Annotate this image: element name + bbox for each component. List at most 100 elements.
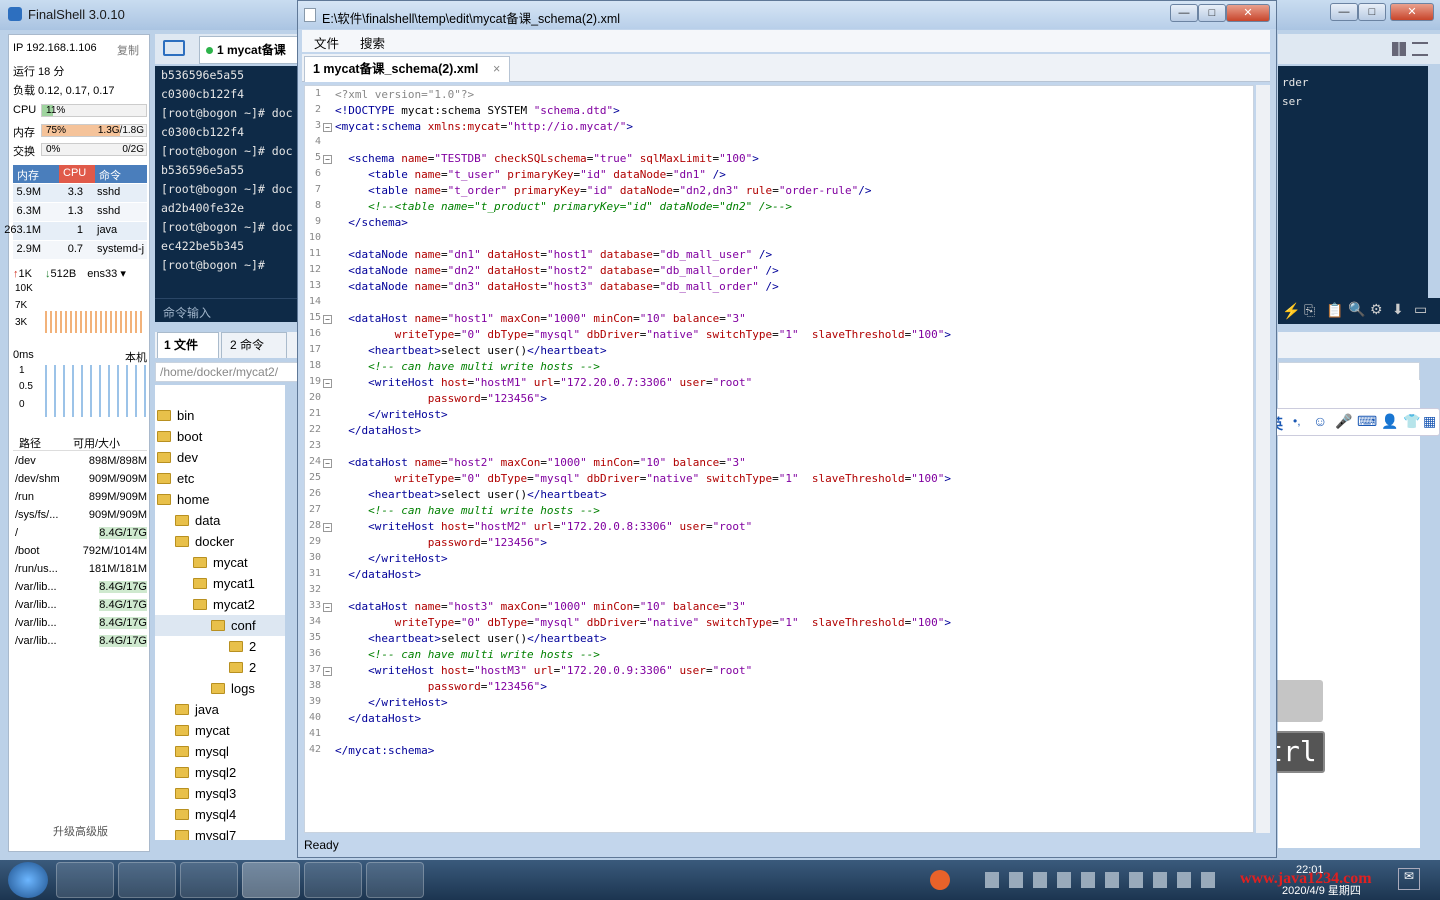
toolbox-icon[interactable]: ▦ [1423,413,1436,430]
taskbar-app-6[interactable] [366,862,424,898]
skin-icon[interactable]: 👕 [1403,413,1420,430]
disk-row[interactable]: /dev/shm 909M/909M [13,471,149,489]
proc-header-mem[interactable]: 内存 [17,167,39,183]
punctuation-icon[interactable]: •, [1293,414,1301,428]
file-tree[interactable]: bin boot dev etc home data docker mycat mycat1 my… [155,385,285,840]
command-input-placeholder[interactable]: 命令输入 [163,304,211,321]
tree-item[interactable]: dev [157,447,198,468]
code-line[interactable]: </mycat:schema> [335,744,434,757]
user-icon[interactable]: 👤 [1381,413,1398,430]
fold-toggle-icon[interactable]: − [323,459,332,468]
close-button[interactable]: ✕ [1390,3,1434,21]
code-line[interactable]: <heartbeat>select user()</heartbeat> [335,632,606,645]
search-icon[interactable]: 🔍 [1348,301,1365,318]
code-line[interactable]: </writeHost> [335,408,447,421]
fold-toggle-icon[interactable]: − [323,667,332,676]
code-line[interactable]: <dataNode name="dn3" dataHost="host3" da… [335,280,779,293]
tree-item[interactable]: mysql2 [175,762,236,783]
code-line[interactable]: <!DOCTYPE mycat:schema SYSTEM "schema.dt… [335,104,620,117]
disk-row[interactable]: /sys/fs/... 909M/909M [13,507,149,525]
fold-toggle-icon[interactable]: − [323,523,332,532]
tree-item[interactable]: logs [211,678,255,699]
disk-row[interactable]: /run 899M/909M [13,489,149,507]
editor-close-button[interactable]: ✕ [1226,4,1270,22]
tree-item[interactable]: java [175,699,219,720]
tab-close-icon[interactable]: × [493,57,500,81]
path-field[interactable]: /home/docker/mycat2/ [155,362,298,382]
tree-item[interactable]: home [157,489,210,510]
disk-row[interactable]: /var/lib... 8.4G/17G [13,597,149,615]
layout-grid-icon[interactable] [1392,42,1406,56]
download-icon[interactable]: ⬇ [1392,301,1404,318]
tab-commands[interactable]: 2 命令 [221,332,287,358]
code-line[interactable]: <table name="t_user" primaryKey="id" dat… [335,168,726,181]
code-line[interactable]: </writeHost> [335,552,447,565]
proc-header-cmd[interactable]: 命令 [99,167,121,183]
tree-item[interactable]: 2 [229,657,256,678]
lightning-icon[interactable]: ⚡ [1282,302,1301,320]
taskbar-app-5[interactable] [304,862,362,898]
process-header[interactable]: 内存 CPU 命令 [13,165,147,183]
code-line[interactable]: <dataHost name="host2" maxCon="1000" min… [335,456,745,469]
tray-icons[interactable] [985,872,1225,888]
maximize-button[interactable]: □ [1358,3,1386,21]
code-line[interactable]: <dataNode name="dn2" dataHost="host2" da… [335,264,779,277]
notification-icon[interactable]: ✉ [1398,868,1420,890]
code-line[interactable]: <!--<table name="t_product" primaryKey="… [335,200,792,213]
editor-scrollbar[interactable] [1256,85,1270,833]
menu-file[interactable]: 文件 [314,33,339,52]
editor-minimize-button[interactable]: — [1170,4,1198,22]
tree-item[interactable]: boot [157,426,202,447]
command-input-bar[interactable]: 命令输入 [155,298,298,322]
disk-row[interactable]: /run/us... 181M/181M [13,561,149,579]
process-row[interactable]: 6.3M 1.3 sshd [13,203,147,221]
code-line[interactable]: <dataHost name="host3" maxCon="1000" min… [335,600,745,613]
disk-row[interactable]: /var/lib... 8.4G/17G [13,633,149,651]
code-line[interactable]: password="123456"> [335,392,547,405]
code-line[interactable]: <heartbeat>select user()</heartbeat> [335,488,606,501]
tree-item[interactable]: mycat [175,720,230,741]
tree-item[interactable]: mysql7 [175,825,236,840]
copy-button[interactable]: 复制 [117,42,139,58]
editor-tab[interactable]: 1 mycat备课_schema(2).xml × [304,56,510,82]
proc-header-cpu[interactable]: CPU [59,165,95,183]
fold-toggle-icon[interactable]: − [323,123,332,132]
tree-item[interactable]: mycat1 [193,573,255,594]
editor-titlebar[interactable]: E:\软件\finalshell\temp\edit\mycat备课_schem… [298,1,1276,29]
code-line[interactable]: password="123456"> [335,536,547,549]
fold-toggle-icon[interactable]: − [323,155,332,164]
taskbar-app-4[interactable] [242,862,300,898]
right-file-list[interactable] [1278,380,1420,848]
tree-item[interactable]: mysql [175,741,229,762]
window-icon[interactable]: ▭ [1414,301,1427,318]
menu-icon[interactable] [1412,42,1428,56]
microphone-icon[interactable]: 🎤 [1335,413,1352,430]
paste-icon[interactable]: 📋 [1326,302,1343,319]
start-button[interactable] [8,862,48,898]
tab-files[interactable]: 1 文件 [157,332,219,358]
code-line[interactable]: <!-- can have multi write hosts --> [335,360,600,373]
editor-maximize-button[interactable]: □ [1198,4,1226,22]
session-tab[interactable]: 1 mycat备课 [199,36,298,64]
taskbar-app-1[interactable] [56,862,114,898]
disk-row[interactable]: /var/lib... 8.4G/17G [13,615,149,633]
disk-row[interactable]: /var/lib... 8.4G/17G [13,579,149,597]
keyboard-icon[interactable]: ⌨ [1357,413,1377,430]
terminal[interactable]: b536596e5a55 c0300cb122f4 [root@bogon ~]# … [155,66,298,322]
emoji-icon[interactable]: ☺ [1313,413,1327,429]
right-path-field[interactable] [1278,362,1420,382]
ping-host[interactable]: 本机 [125,349,147,365]
tray-ime-icon[interactable] [930,870,950,890]
disk-row[interactable]: /boot 792M/1014M [13,543,149,561]
taskbar-app-3[interactable] [180,862,238,898]
tree-item[interactable]: mycat2 [193,594,255,615]
gear-icon[interactable]: ⚙ [1370,301,1383,318]
fold-toggle-icon[interactable]: − [323,379,332,388]
code-line[interactable]: <schema name="TESTDB" checkSQLschema="tr… [335,152,759,165]
process-row[interactable]: 5.9M 3.3 sshd [13,184,147,202]
menu-search[interactable]: 搜索 [360,33,385,52]
code-line[interactable]: </writeHost> [335,696,447,709]
tree-item[interactable]: 2 [229,636,256,657]
code-line[interactable]: <writeHost host="hostM1" url="172.20.0.7… [335,376,752,389]
code-line[interactable]: writeType="0" dbType="mysql" dbDriver="n… [335,472,951,485]
